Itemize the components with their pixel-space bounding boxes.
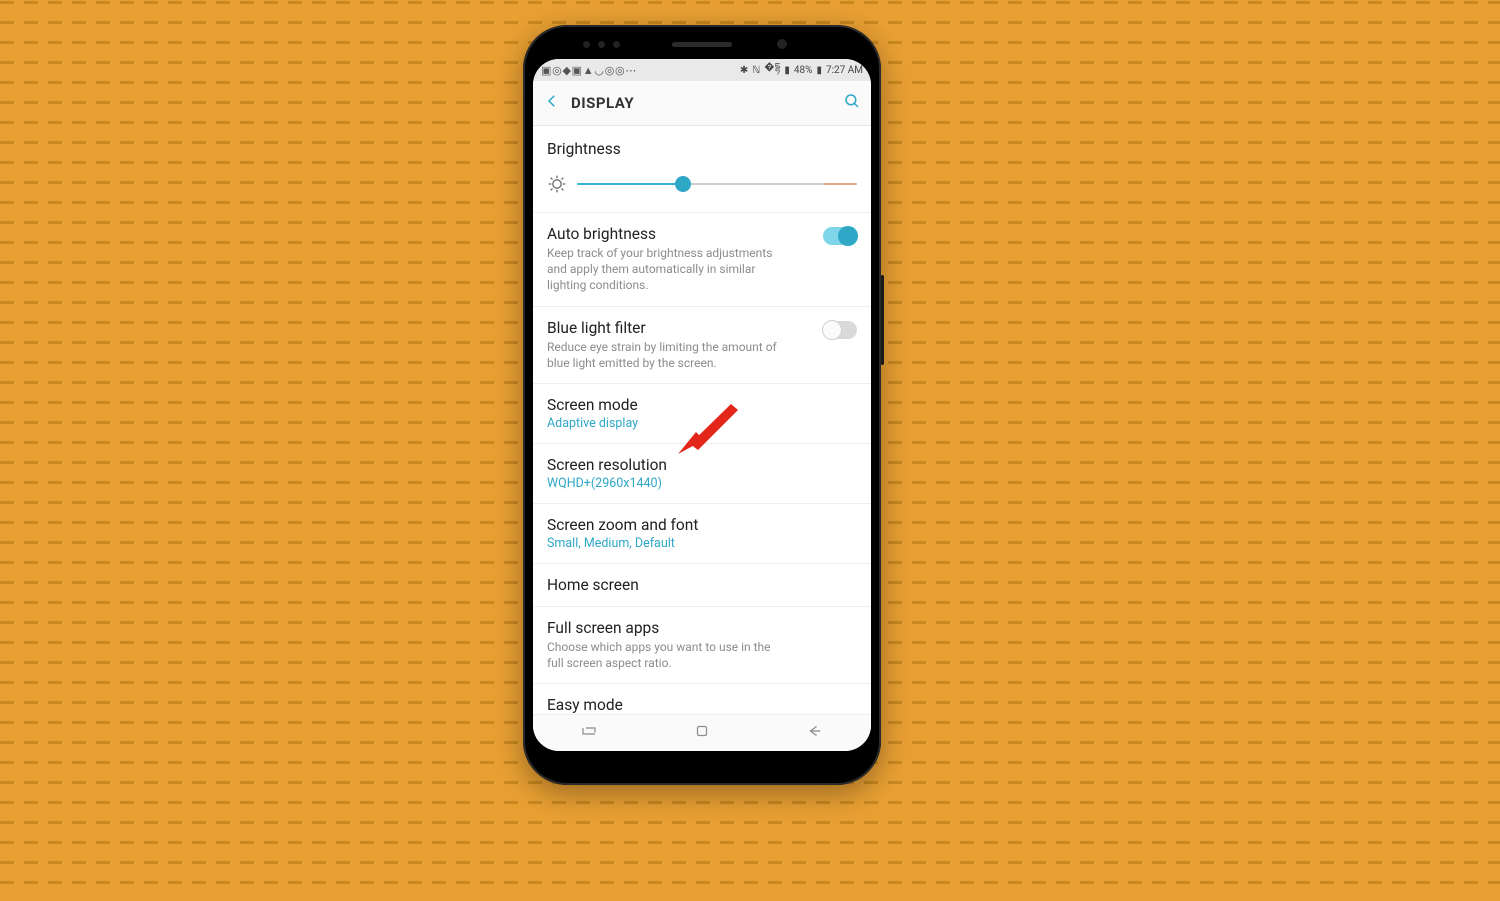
setting-home-screen[interactable]: Home screen (533, 564, 871, 607)
status-time: 7:27 AM (826, 65, 863, 76)
setting-blue-light-filter[interactable]: Blue light filter Reduce eye strain by l… (533, 307, 871, 384)
nav-recents-button[interactable] (580, 722, 598, 744)
signal-icon: ▮ (784, 65, 790, 76)
setting-title: Auto brightness (547, 225, 823, 243)
settings-content: Brightness Auto brightness (533, 126, 871, 743)
auto-brightness-toggle[interactable] (823, 227, 857, 245)
setting-title: Screen resolution (547, 456, 857, 474)
setting-title: Home screen (547, 576, 857, 594)
back-icon (806, 722, 824, 740)
setting-title: Easy mode (547, 696, 857, 714)
brightness-section: Brightness (533, 126, 871, 213)
setting-title: Blue light filter (547, 319, 823, 337)
nav-home-button[interactable] (693, 722, 711, 744)
home-icon (693, 722, 711, 740)
bluetooth-icon: ✱ (740, 65, 748, 76)
setting-full-screen-apps[interactable]: Full screen apps Choose which apps you w… (533, 607, 871, 684)
back-button[interactable] (543, 92, 561, 114)
system-nav-bar (533, 714, 871, 751)
page-background: ▣ ◎ ◆ ▣ ▲ ◡ ◎ ◎ ⋯ ✱ ℕ �དྷ ▮ 48% ▮ 7:27 A… (0, 0, 1500, 901)
brightness-title: Brightness (547, 140, 857, 158)
setting-auto-brightness[interactable]: Auto brightness Keep track of your brigh… (533, 213, 871, 307)
status-battery-percent: 48% (794, 65, 813, 76)
recents-icon (580, 722, 598, 740)
setting-value: Small, Medium, Default (547, 536, 857, 551)
blue-light-toggle[interactable] (823, 321, 857, 339)
brightness-slider-thumb[interactable] (675, 176, 691, 192)
setting-value: WQHD+(2960x1440) (547, 476, 857, 491)
search-icon (843, 92, 861, 110)
nav-back-button[interactable] (806, 722, 824, 744)
wifi-icon: �དྷ (764, 59, 780, 84)
phone-sensors (583, 41, 620, 48)
phone-frame: ▣ ◎ ◆ ▣ ▲ ◡ ◎ ◎ ⋯ ✱ ℕ �དྷ ▮ 48% ▮ 7:27 A… (523, 25, 881, 785)
chevron-left-icon (543, 92, 561, 110)
app-header: DISPLAY (533, 81, 871, 126)
setting-desc: Choose which apps you want to use in the… (547, 639, 787, 671)
phone-front-camera (777, 39, 787, 49)
status-notification-icons: ▣ ◎ ◆ ▣ ▲ ◡ ◎ ◎ ⋯ (541, 64, 635, 77)
nfc-icon: ℕ (752, 65, 760, 76)
setting-screen-mode[interactable]: Screen mode Adaptive display (533, 384, 871, 444)
setting-screen-resolution[interactable]: Screen resolution WQHD+(2960x1440) (533, 444, 871, 504)
setting-screen-zoom-and-font[interactable]: Screen zoom and font Small, Medium, Defa… (533, 504, 871, 564)
phone-screen: ▣ ◎ ◆ ▣ ▲ ◡ ◎ ◎ ⋯ ✱ ℕ �དྷ ▮ 48% ▮ 7:27 A… (533, 59, 871, 751)
setting-title: Full screen apps (547, 619, 857, 637)
brightness-slider[interactable] (577, 183, 857, 185)
setting-desc: Keep track of your brightness adjustment… (547, 245, 787, 294)
page-title: DISPLAY (571, 94, 833, 112)
setting-title: Screen zoom and font (547, 516, 857, 534)
setting-title: Screen mode (547, 396, 857, 414)
status-bar: ▣ ◎ ◆ ▣ ▲ ◡ ◎ ◎ ⋯ ✱ ℕ �དྷ ▮ 48% ▮ 7:27 A… (533, 59, 871, 81)
battery-icon: ▮ (816, 65, 822, 76)
setting-desc: Reduce eye strain by limiting the amount… (547, 339, 787, 371)
phone-speaker (672, 42, 732, 47)
search-button[interactable] (843, 92, 861, 114)
setting-value: Adaptive display (547, 416, 857, 431)
brightness-auto-icon (547, 174, 567, 194)
